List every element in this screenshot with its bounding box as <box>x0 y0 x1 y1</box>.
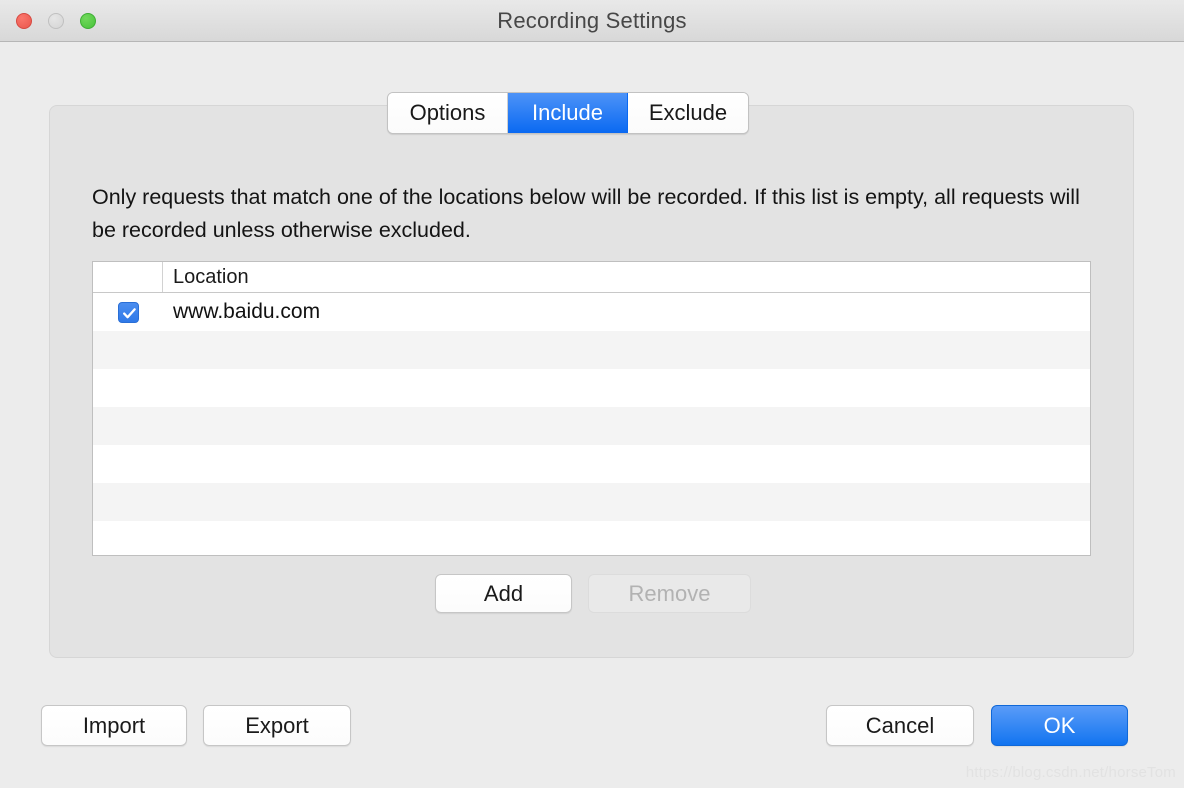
table-row[interactable] <box>93 445 1090 483</box>
table-row[interactable]: www.baidu.com <box>93 293 1090 331</box>
ok-button[interactable]: OK <box>991 705 1128 746</box>
table-header-location: Location <box>173 265 249 288</box>
table-header-checkbox-column <box>93 262 163 292</box>
window-title: Recording Settings <box>497 8 687 33</box>
tab-options[interactable]: Options <box>388 93 508 133</box>
recording-settings-window: Recording Settings Options Include Exclu… <box>0 0 1184 788</box>
row-checkbox-cell[interactable] <box>93 301 163 323</box>
export-button[interactable]: Export <box>203 705 351 746</box>
table-row[interactable] <box>93 407 1090 445</box>
row-location-label: www.baidu.com <box>173 300 321 323</box>
remove-button: Remove <box>588 574 751 613</box>
settings-tab-bar: Options Include Exclude <box>387 92 749 134</box>
table-row[interactable] <box>93 369 1090 407</box>
tab-include[interactable]: Include <box>508 93 628 133</box>
add-button[interactable]: Add <box>435 574 572 613</box>
table-row[interactable] <box>93 521 1090 555</box>
tab-exclude[interactable]: Exclude <box>628 93 748 133</box>
import-button[interactable]: Import <box>41 705 187 746</box>
window-titlebar: Recording Settings <box>0 0 1184 42</box>
panel-description: Only requests that match one of the loca… <box>92 185 1080 242</box>
cancel-button[interactable]: Cancel <box>826 705 974 746</box>
checkbox-checked-icon[interactable] <box>117 301 139 323</box>
table-row[interactable] <box>93 483 1090 521</box>
table-header-row: Location <box>93 262 1090 293</box>
table-row[interactable] <box>93 331 1090 369</box>
watermark-text: https://blog.csdn.net/horseTom <box>965 764 1176 781</box>
locations-table: Location www.baidu.com <box>92 261 1091 556</box>
table-body: www.baidu.com <box>93 293 1090 555</box>
